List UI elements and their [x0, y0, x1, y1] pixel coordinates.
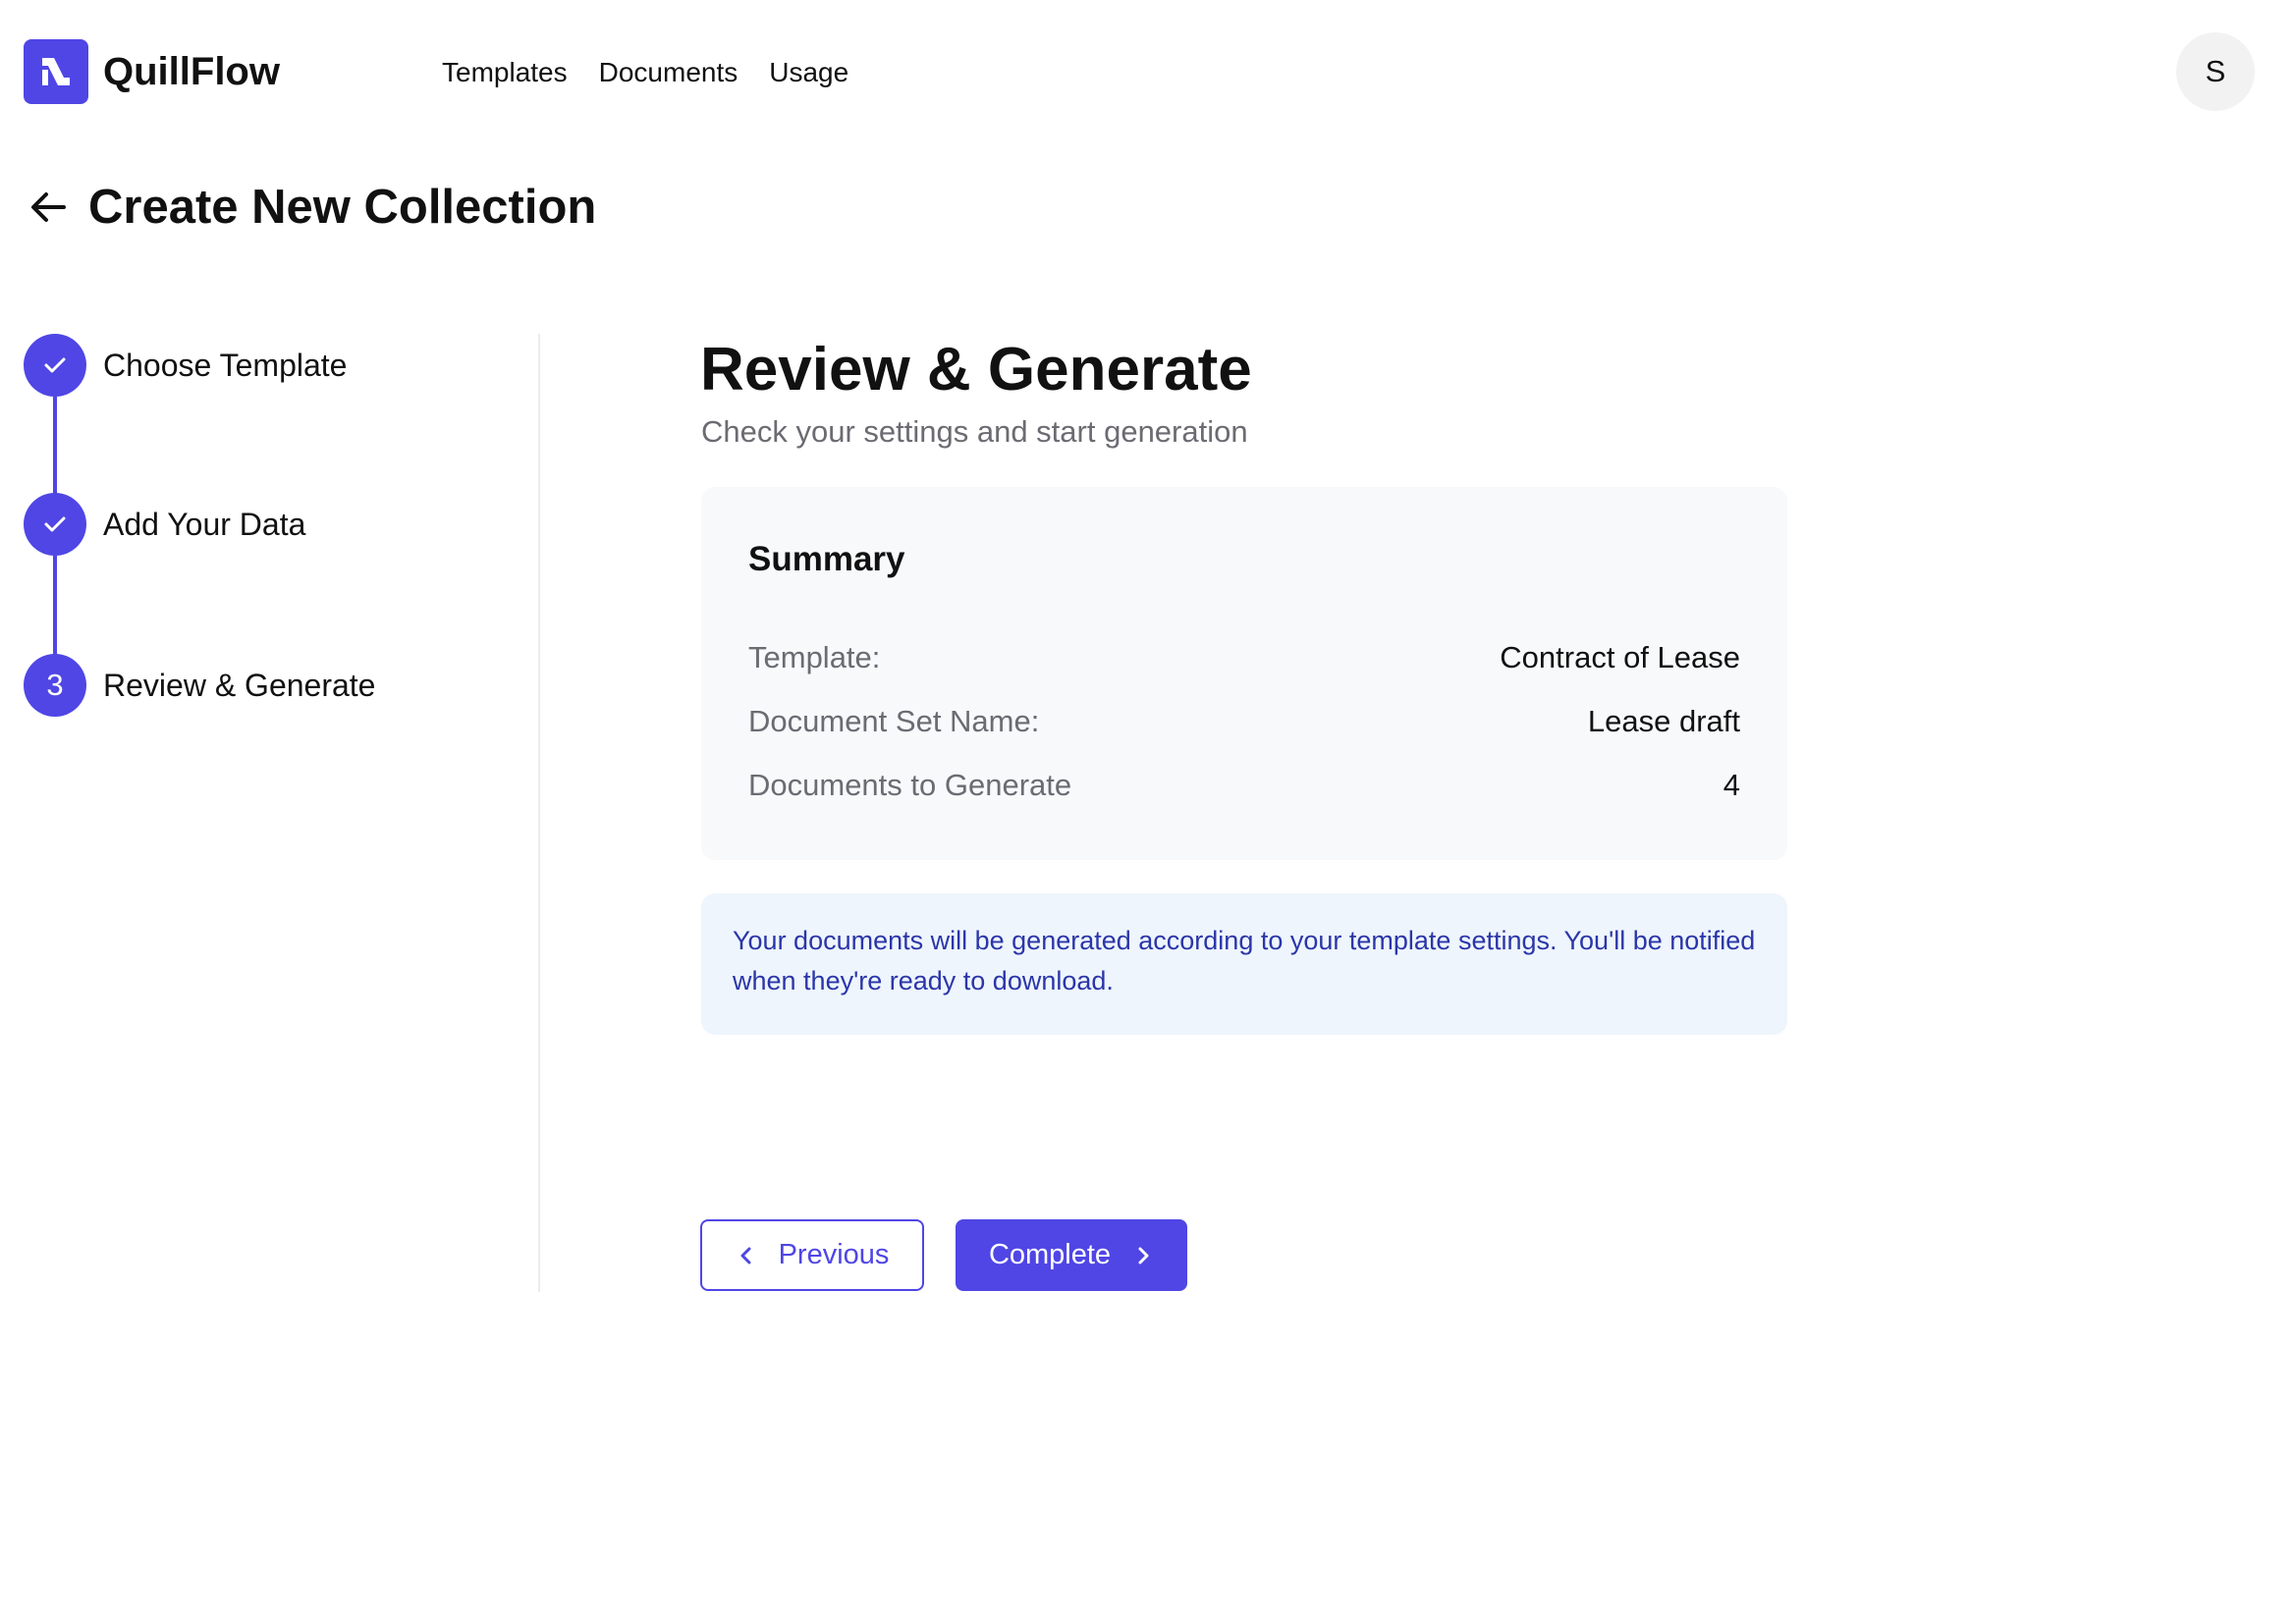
vertical-divider — [538, 334, 540, 1292]
step-1-label[interactable]: Choose Template — [103, 344, 347, 387]
summary-key: Documents to Generate — [748, 768, 1072, 802]
info-notice: Your documents will be generated accordi… — [701, 893, 1787, 1035]
nav-templates[interactable]: Templates — [442, 51, 568, 94]
chevron-left-icon — [740, 1247, 751, 1264]
summary-row-set-name: Document Set Name: Lease draft — [748, 700, 1740, 743]
arrow-left-icon[interactable] — [27, 186, 70, 229]
check-icon — [44, 516, 66, 532]
summary-value: Contract of Lease — [1500, 640, 1740, 674]
summary-row-template: Template: Contract of Lease — [748, 636, 1740, 679]
summary-card: Summary Template: Contract of Lease Docu… — [701, 487, 1787, 860]
step-connector — [53, 397, 57, 497]
step-2-marker[interactable] — [24, 493, 86, 556]
avatar-initial: S — [2205, 54, 2226, 88]
complete-button-label: Complete — [988, 1239, 1112, 1270]
step-3-number: 3 — [46, 668, 64, 702]
main-nav: Templates Documents Usage — [442, 51, 848, 94]
summary-key: Template: — [748, 640, 881, 674]
quillflow-logo-icon[interactable] — [24, 39, 88, 104]
step-connector — [53, 556, 57, 656]
summary-title: Summary — [748, 540, 905, 578]
previous-button-label: Previous — [778, 1239, 890, 1270]
check-icon — [44, 357, 66, 373]
complete-button[interactable]: Complete — [956, 1219, 1187, 1291]
section-subtitle: Check your settings and start generation — [701, 414, 1248, 449]
step-2-label[interactable]: Add Your Data — [103, 503, 305, 546]
step-1-marker[interactable] — [24, 334, 86, 397]
summary-value: Lease draft — [1587, 704, 1740, 738]
summary-value: 4 — [1722, 768, 1740, 802]
step-3-marker[interactable]: 3 — [24, 654, 86, 717]
brand-name[interactable]: QuillFlow — [103, 45, 280, 98]
user-avatar[interactable]: S — [2176, 32, 2255, 111]
chevron-right-icon — [1138, 1247, 1149, 1264]
nav-documents[interactable]: Documents — [599, 51, 738, 94]
section-title: Review & Generate — [700, 336, 1252, 404]
summary-row-count: Documents to Generate 4 — [748, 764, 1740, 807]
summary-key: Document Set Name: — [748, 704, 1040, 738]
previous-button[interactable]: Previous — [700, 1219, 924, 1291]
step-3-label[interactable]: Review & Generate — [103, 664, 375, 707]
top-header: QuillFlow Templates Documents Usage S — [0, 0, 2296, 143]
nav-usage[interactable]: Usage — [769, 51, 848, 94]
page-title: Create New Collection — [88, 181, 597, 234]
